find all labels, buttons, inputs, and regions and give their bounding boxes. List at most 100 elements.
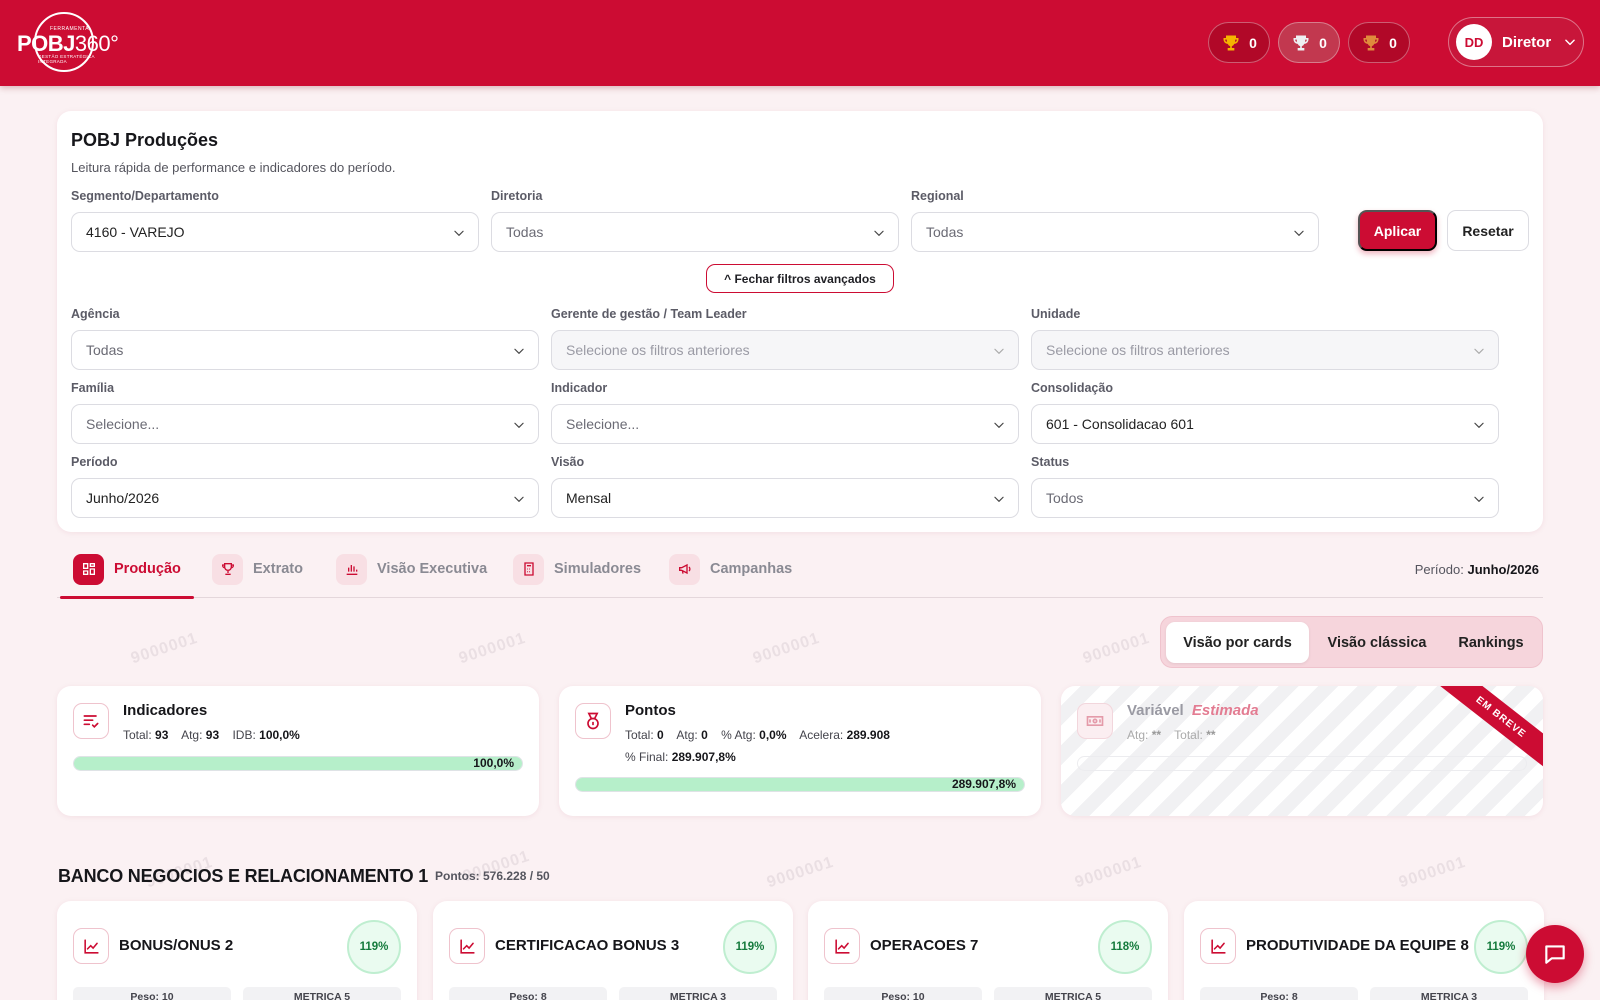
visao-select[interactable]: Mensal	[551, 478, 1019, 518]
view-toggle: Visão por cards Visão clássica Rankings	[1160, 616, 1543, 668]
chevron-down-icon	[514, 348, 524, 354]
chat-bubble-icon	[1545, 945, 1565, 964]
indicator-metric: METRICA 3	[619, 987, 777, 1000]
trend-icon	[73, 928, 109, 964]
kpi-title: Pontos	[625, 702, 676, 719]
chevron-down-icon	[994, 348, 1004, 354]
trophy-icon	[212, 553, 243, 585]
periodo-value: Junho/2026	[86, 490, 160, 506]
indicator-weight: Peso: 8	[1200, 987, 1358, 1000]
indicator-percent-badge: 119%	[723, 920, 777, 974]
chat-button[interactable]	[1526, 925, 1584, 983]
indicator-card[interactable]: CERTIFICACAO BONUS 3 119% Peso: 8 METRIC…	[433, 901, 793, 1000]
segment-select[interactable]: 4160 - VAREJO	[71, 212, 479, 252]
regional-select[interactable]: Todas	[911, 212, 1319, 252]
kpi-atg-value: 93	[205, 728, 220, 742]
consolidacao-label: Consolidação	[1031, 381, 1113, 395]
page-title: POBJ Produções	[71, 130, 219, 150]
tab-extrato[interactable]: Extrato	[212, 540, 303, 598]
apply-button[interactable]: Aplicar	[1358, 210, 1437, 251]
consolidacao-value: 601 - Consolidacao 601	[1046, 416, 1194, 432]
close-advanced-filters-button[interactable]: ^ Fechar filtros avançados	[706, 264, 894, 293]
agencia-select[interactable]: Todas	[71, 330, 539, 370]
kpi-card-pontos: Pontos Total: 0 Atg: 0 % Atg: 0,0% Acele…	[559, 686, 1041, 816]
watermark: 9000001	[764, 853, 837, 892]
indicator-card[interactable]: PRODUTIVIDADE DA EQUIPE 8 119% Peso: 8 M…	[1184, 901, 1544, 1000]
period-value: Junho/2026	[1467, 562, 1539, 577]
logo-name-bold: POBJ	[17, 31, 75, 56]
indicator-name: CERTIFICACAO BONUS 3	[495, 937, 680, 954]
tab-visao-executiva-label: Visão Executiva	[377, 561, 488, 577]
logo-name-thin: 360°	[74, 31, 119, 56]
periodo-select[interactable]: Junho/2026	[71, 478, 539, 518]
gerente-select[interactable]: Selecione os filtros anteriores	[551, 330, 1019, 370]
familia-select[interactable]: Selecione...	[71, 404, 539, 444]
indicator-metric: METRICA 5	[243, 987, 401, 1000]
kpi-title: Indicadores	[123, 702, 208, 719]
indicator-weight: Peso: 10	[824, 987, 982, 1000]
segment-label: Segmento/Departamento	[71, 189, 219, 203]
trophy-gold-badge[interactable]: 0	[1208, 22, 1270, 63]
section-points: Pontos: 576.228 / 50	[435, 869, 550, 883]
agencia-value: Todas	[86, 342, 124, 358]
status-value: Todos	[1046, 490, 1084, 506]
chevron-down-icon	[514, 496, 524, 502]
indicator-percent-badge: 119%	[347, 920, 401, 974]
user-menu-button[interactable]: DD Diretor	[1448, 17, 1584, 67]
tab-simuladores[interactable]: Simuladores	[513, 540, 641, 598]
watermark: 9000001	[1080, 629, 1153, 668]
logo-tagline: GESTÃO ESTRATÉGICA INTEGRADA	[38, 54, 95, 64]
view-classic-button[interactable]: Visão clássica	[1313, 622, 1441, 663]
kpi-final-label: % Final:	[625, 750, 669, 764]
tab-producao[interactable]: Produção	[73, 540, 181, 598]
trophy-gold-icon	[1223, 35, 1239, 50]
consolidacao-select[interactable]: 601 - Consolidacao 601	[1031, 404, 1499, 444]
user-name: Diretor	[1502, 33, 1552, 51]
unidade-select[interactable]: Selecione os filtros anteriores	[1031, 330, 1499, 370]
tab-visao-executiva[interactable]: Visão Executiva	[336, 540, 487, 598]
kpi-total-label: Total:	[1174, 728, 1203, 742]
dashboard-icon	[73, 553, 104, 585]
trophy-silver-count: 0	[1319, 34, 1327, 51]
kpi-final-value: 289.907,8%	[671, 750, 736, 764]
watermark: 9000001	[750, 629, 823, 668]
period-display: Período: Junho/2026	[1415, 562, 1539, 577]
trophy-bronze-badge[interactable]: 0	[1348, 22, 1410, 63]
chevron-down-icon	[514, 422, 524, 428]
progress-bar: 289.907,8%	[575, 777, 1025, 792]
indicador-value: Selecione...	[566, 416, 640, 432]
kpi-total-value: 0	[657, 728, 664, 742]
kpi-patg-label: % Atg:	[721, 728, 756, 742]
indicator-weight: Peso: 8	[449, 987, 607, 1000]
diretoria-select[interactable]: Todas	[491, 212, 899, 252]
progress-text: 289.907,8%	[951, 777, 1016, 791]
chevron-down-icon	[994, 422, 1004, 428]
indicator-name: BONUS/ONUS 2	[119, 937, 234, 954]
indicator-card[interactable]: OPERACOES 7 118% Peso: 10 METRICA 5	[808, 901, 1168, 1000]
kpi-total-value: 93	[155, 728, 169, 742]
tab-producao-label: Produção	[114, 561, 181, 577]
tab-campanhas[interactable]: Campanhas	[669, 540, 792, 598]
chevron-down-icon	[1294, 230, 1304, 236]
kpi-atg-value: 0	[701, 728, 708, 742]
calculator-icon	[513, 553, 544, 585]
chevron-down-icon	[1474, 422, 1484, 428]
pobj-logo[interactable]: FERRAMENTA POBJ360° GESTÃO ESTRATÉGICA I…	[16, 10, 119, 76]
tab-simuladores-label: Simuladores	[554, 561, 642, 577]
view-cards-button[interactable]: Visão por cards	[1166, 622, 1309, 663]
kpi-card-variavel: Variável Estimada Atg: ** Total: ** EM B…	[1061, 686, 1543, 816]
indicador-select[interactable]: Selecione...	[551, 404, 1019, 444]
kpi-atg-label: Atg:	[1127, 728, 1149, 742]
kpi-title-text: Variável	[1127, 702, 1184, 719]
kpi-atg-value: **	[1151, 728, 1162, 742]
trophy-silver-badge[interactable]: 0	[1278, 22, 1340, 63]
reset-button[interactable]: Resetar	[1447, 210, 1529, 251]
indicator-percent-badge: 118%	[1098, 920, 1152, 974]
indicator-name: OPERACOES 7	[870, 937, 979, 954]
view-rankings-button[interactable]: Rankings	[1445, 622, 1537, 663]
indicator-metric: METRICA 5	[994, 987, 1152, 1000]
section-title: BANCO NEGOCIOS E RELACIONAMENTO 1	[58, 866, 429, 886]
indicator-card[interactable]: BONUS/ONUS 2 119% Peso: 10 METRICA 5	[57, 901, 417, 1000]
kpi-total-label: Total:	[625, 728, 654, 742]
status-select[interactable]: Todos	[1031, 478, 1499, 518]
